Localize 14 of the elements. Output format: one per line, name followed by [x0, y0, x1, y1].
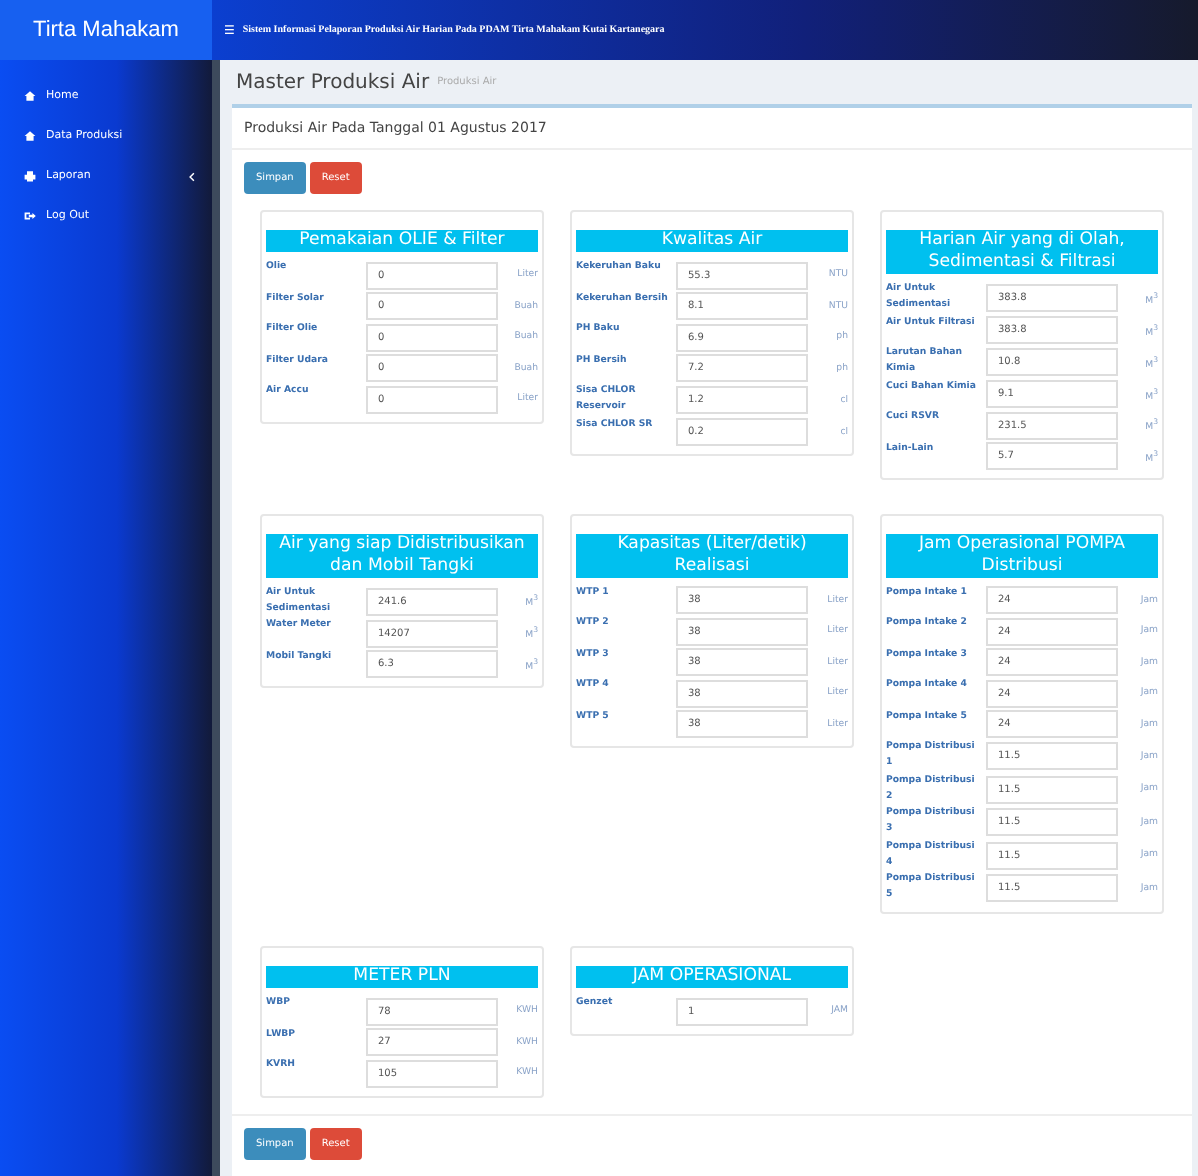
sign-out-icon [24, 210, 36, 222]
panel-title: Pemakaian OLIE & Filter [266, 230, 538, 252]
panel-title: Harian Air yang di Olah, Sedimentasi & Filtrasi [886, 230, 1158, 274]
brand-logo[interactable]: Tirta Mahakam [0, 0, 212, 60]
panel-title: Kapasitas (Liter/detik) Realisasi [576, 533, 848, 577]
panel-title: Kwalitas Air [576, 230, 848, 252]
home-icon [24, 130, 36, 142]
page-title: Master Produksi Air [236, 71, 430, 93]
panel-title: Air yang siap Didistribusikan dan Mobil Tangki [266, 533, 538, 577]
panel-title: JAM OPERASIONAL [576, 966, 848, 988]
panel-title: METER PLN [266, 966, 538, 988]
printer-icon [24, 170, 36, 182]
panel-title: Jam Operasional POMPA Distribusi [886, 533, 1158, 577]
home-icon [24, 90, 36, 102]
